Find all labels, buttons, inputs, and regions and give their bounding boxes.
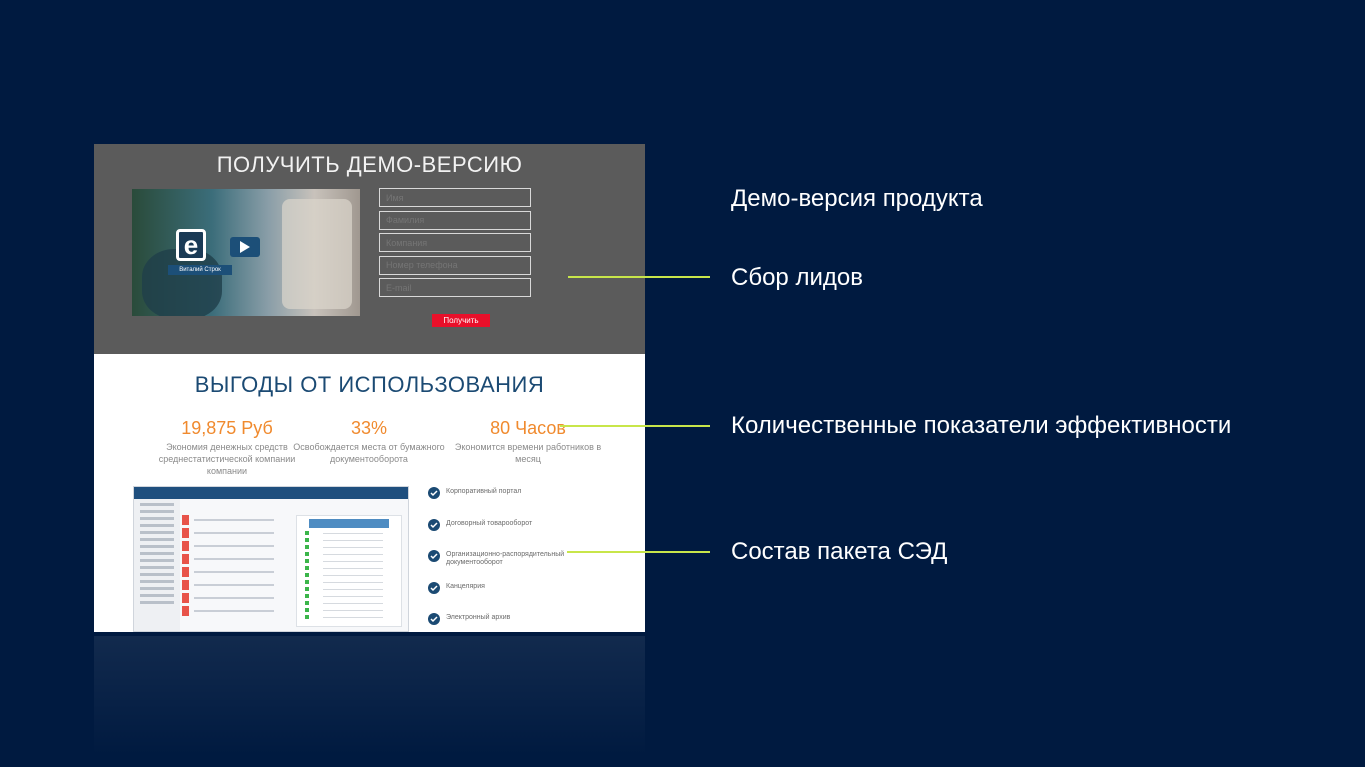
stat-space: 33% Освобождается места от бумажного док… (284, 418, 454, 465)
phone-field[interactable] (379, 255, 531, 275)
company-field[interactable] (379, 233, 531, 253)
callout-metrics: Количественные показатели эффективности (731, 412, 1232, 439)
video-player[interactable]: e Виталий Строк (132, 189, 360, 316)
company-logo-icon: e (176, 229, 206, 261)
check-icon (428, 518, 440, 531)
callout-line-metrics (560, 425, 710, 427)
list-item-label: Электронный архив (446, 614, 511, 622)
list-item-label: Организационно-распорядительный документ… (446, 551, 565, 567)
email-field[interactable] (379, 278, 531, 298)
mockup-reflection (94, 636, 645, 756)
demo-title: ПОЛУЧИТЬ ДЕМО-ВЕРСИЮ (216, 152, 523, 177)
app-file-list (182, 515, 294, 619)
callout-line-package (567, 551, 710, 553)
first-name-field[interactable] (379, 188, 531, 207)
check-icon (428, 581, 440, 594)
list-item-label: Договорный товарооборот (446, 519, 533, 527)
video-caption: Виталий Строк (168, 265, 232, 275)
stat-description: Освобождается места от бумажного докумен… (293, 442, 445, 464)
app-screenshot (133, 486, 409, 632)
callout-leads: Сбор лидов (731, 264, 863, 291)
check-icon (428, 487, 440, 499)
list-item: Организационно-распорядительный документ… (428, 549, 638, 581)
demo-form (379, 188, 531, 301)
play-icon (240, 241, 250, 253)
benefits-section: ВЫГОДЫ ОТ ИСПОЛЬЗОВАНИЯ 19,875 Руб Эконо… (94, 354, 645, 632)
list-item: Договорный товарооборот (428, 518, 638, 550)
callout-package: Состав пакета СЭД (731, 538, 948, 565)
callout-demo: Демо-версия продукта (731, 185, 983, 212)
stat-value: 33% (350, 418, 388, 438)
list-item-label: Канцелярия (446, 582, 485, 590)
stat-value: 80 Часов (490, 418, 566, 438)
list-item-label: Корпоративный портал (446, 488, 522, 495)
list-item: Электронный архив (428, 612, 638, 632)
benefits-title: ВЫГОДЫ ОТ ИСПОЛЬЗОВАНИЯ (194, 372, 545, 397)
package-list: Корпоративный портал Договорный товарооб… (428, 486, 638, 632)
website-mockup: ПОЛУЧИТЬ ДЕМО-ВЕРСИЮ e Виталий Строк Пол… (94, 144, 645, 632)
list-item: Корпоративный портал (428, 486, 638, 518)
stat-description: Экономится времени работников в месяц (454, 442, 602, 464)
last-name-field[interactable] (379, 210, 531, 230)
check-icon (428, 550, 440, 563)
video-background-shape (282, 199, 352, 309)
app-document-preview (296, 515, 402, 627)
submit-button[interactable]: Получить (432, 314, 490, 327)
app-sidebar (134, 499, 180, 631)
check-icon (428, 613, 440, 626)
demo-section: ПОЛУЧИТЬ ДЕМО-ВЕРСИЮ e Виталий Строк Пол… (94, 144, 645, 354)
app-header-bar (134, 487, 408, 499)
list-item: Канцелярия (428, 581, 638, 613)
play-button[interactable] (230, 237, 260, 257)
callout-line-leads (568, 276, 710, 278)
